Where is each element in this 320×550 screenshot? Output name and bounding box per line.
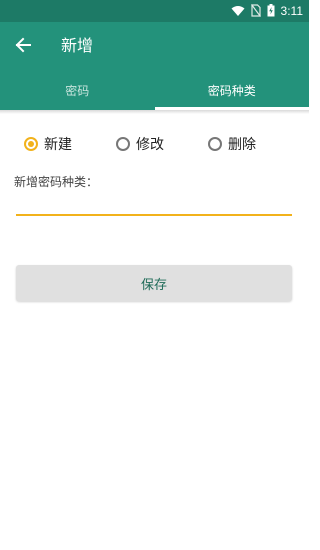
radio-checked-icon: [24, 137, 38, 151]
back-button[interactable]: [10, 34, 36, 60]
radio-modify[interactable]: 修改: [116, 134, 164, 154]
radio-unchecked-icon: [116, 137, 130, 151]
tab-password-category[interactable]: 密码种类: [154, 70, 310, 110]
arrow-left-icon: [15, 37, 31, 57]
tab-password[interactable]: 密码: [0, 70, 155, 110]
radio-new-label: 新建: [44, 137, 72, 153]
no-sim-icon: [250, 2, 261, 21]
wifi-icon: [231, 2, 245, 21]
status-time: 3:11: [280, 4, 303, 18]
page-title: 新增: [61, 36, 94, 55]
battery-charging-icon: [267, 2, 275, 21]
category-input[interactable]: [16, 190, 292, 216]
save-button[interactable]: 保存: [16, 265, 292, 301]
action-radio-group: 新建 修改 删除: [24, 134, 294, 154]
app-bar: 新增: [0, 22, 309, 70]
radio-delete[interactable]: 删除: [208, 134, 256, 154]
category-field-label: 新增密码种类：: [14, 175, 99, 189]
radio-delete-label: 删除: [228, 137, 256, 153]
radio-unchecked-icon: [208, 137, 222, 151]
tab-shadow: [0, 110, 309, 114]
radio-modify-label: 修改: [136, 137, 164, 153]
status-icons: 3:11: [231, 2, 303, 20]
radio-new[interactable]: 新建: [24, 134, 72, 154]
tab-bar: 密码 密码种类: [0, 70, 309, 110]
status-bar: 3:11: [0, 0, 309, 22]
